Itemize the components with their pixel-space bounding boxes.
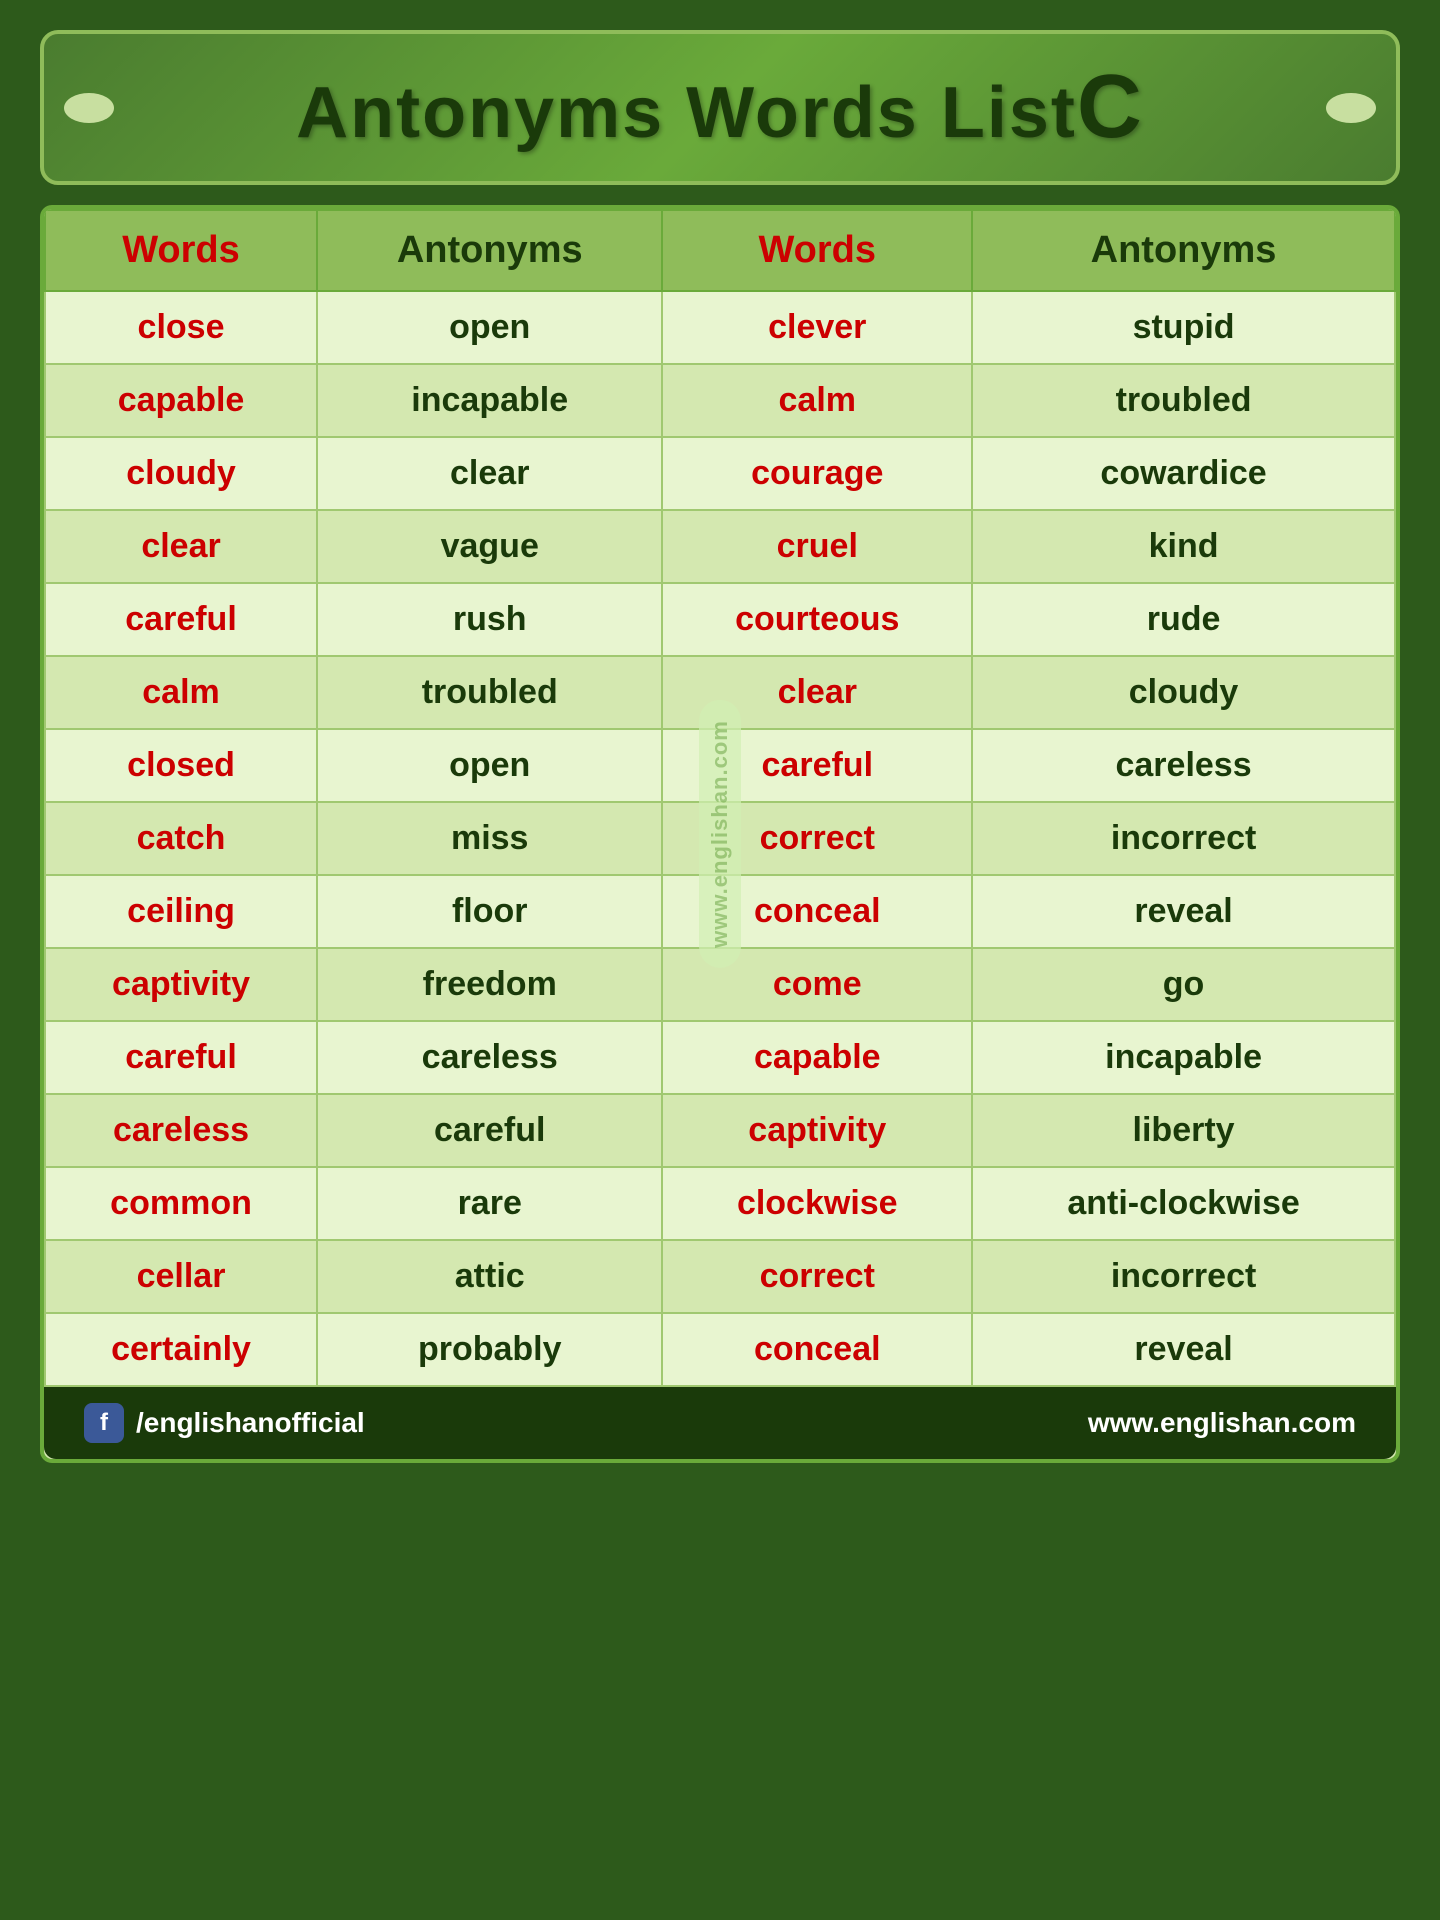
- word-cell: cellar: [45, 1240, 317, 1313]
- word-cell: captivity: [45, 948, 317, 1021]
- word-cell: careful: [45, 1021, 317, 1094]
- col-header-antonyms1: Antonyms: [317, 210, 662, 291]
- word-cell: clever: [662, 291, 972, 364]
- col-header-antonyms2: Antonyms: [972, 210, 1395, 291]
- word-cell: calm: [662, 364, 972, 437]
- word-cell: certainly: [45, 1313, 317, 1386]
- table-row: carefulcarelesscapableincapable: [45, 1021, 1395, 1094]
- word-cell: cloudy: [45, 437, 317, 510]
- antonym-cell: rude: [972, 583, 1395, 656]
- table-row: closeopencleverstupid: [45, 291, 1395, 364]
- word-cell: capable: [662, 1021, 972, 1094]
- antonym-cell: rare: [317, 1167, 662, 1240]
- antonym-cell: vague: [317, 510, 662, 583]
- antonym-cell: troubled: [317, 656, 662, 729]
- page-title: Antonyms Words ListC: [104, 56, 1336, 159]
- word-cell: cruel: [662, 510, 972, 583]
- antonym-cell: probably: [317, 1313, 662, 1386]
- word-cell: clockwise: [662, 1167, 972, 1240]
- antonym-cell: incorrect: [972, 802, 1395, 875]
- footer-social: f /englishanofficial: [84, 1403, 365, 1443]
- footer-website: www.englishan.com: [1088, 1407, 1356, 1439]
- antonym-cell: open: [317, 291, 662, 364]
- antonym-cell: reveal: [972, 875, 1395, 948]
- antonym-cell: stupid: [972, 291, 1395, 364]
- word-cell: clear: [662, 656, 972, 729]
- col-header-words2: Words: [662, 210, 972, 291]
- word-cell: ceiling: [45, 875, 317, 948]
- word-cell: careful: [662, 729, 972, 802]
- word-cell: calm: [45, 656, 317, 729]
- header: Antonyms Words ListC: [40, 30, 1400, 185]
- antonym-cell: reveal: [972, 1313, 1395, 1386]
- word-cell: careful: [45, 583, 317, 656]
- word-cell: captivity: [662, 1094, 972, 1167]
- table-row: commonrareclockwiseanti-clockwise: [45, 1167, 1395, 1240]
- table-row: captivityfreedomcomego: [45, 948, 1395, 1021]
- table-row: ceilingfloorconcealreveal: [45, 875, 1395, 948]
- word-cell: correct: [662, 802, 972, 875]
- antonym-cell: rush: [317, 583, 662, 656]
- word-cell: closed: [45, 729, 317, 802]
- antonym-cell: clear: [317, 437, 662, 510]
- antonym-cell: floor: [317, 875, 662, 948]
- antonym-cell: incapable: [317, 364, 662, 437]
- antonym-cell: incapable: [972, 1021, 1395, 1094]
- word-cell: careless: [45, 1094, 317, 1167]
- table-row: cloudyclearcouragecowardice: [45, 437, 1395, 510]
- footer: f /englishanofficial www.englishan.com: [44, 1387, 1396, 1459]
- word-cell: catch: [45, 802, 317, 875]
- antonym-cell: cowardice: [972, 437, 1395, 510]
- word-cell: come: [662, 948, 972, 1021]
- table-row: clearvaguecruelkind: [45, 510, 1395, 583]
- antonym-cell: kind: [972, 510, 1395, 583]
- social-handle: /englishanofficial: [136, 1407, 365, 1439]
- table-container: www.englishan.com Words Antonyms Words A…: [40, 205, 1400, 1463]
- antonym-cell: troubled: [972, 364, 1395, 437]
- table-header-row: Words Antonyms Words Antonyms: [45, 210, 1395, 291]
- table-row: capableincapablecalmtroubled: [45, 364, 1395, 437]
- antonym-cell: miss: [317, 802, 662, 875]
- facebook-icon: f: [84, 1403, 124, 1443]
- word-cell: conceal: [662, 875, 972, 948]
- antonym-cell: liberty: [972, 1094, 1395, 1167]
- antonym-cell: anti-clockwise: [972, 1167, 1395, 1240]
- word-cell: correct: [662, 1240, 972, 1313]
- antonym-cell: careless: [317, 1021, 662, 1094]
- antonym-cell: incorrect: [972, 1240, 1395, 1313]
- col-header-words1: Words: [45, 210, 317, 291]
- word-cell: courteous: [662, 583, 972, 656]
- table-row: carelesscarefulcaptivityliberty: [45, 1094, 1395, 1167]
- table-row: catchmisscorrectincorrect: [45, 802, 1395, 875]
- word-cell: capable: [45, 364, 317, 437]
- word-cell: courage: [662, 437, 972, 510]
- table-row: calmtroubledclearcloudy: [45, 656, 1395, 729]
- table-row: closedopencarefulcareless: [45, 729, 1395, 802]
- antonym-cell: careful: [317, 1094, 662, 1167]
- antonym-cell: go: [972, 948, 1395, 1021]
- antonym-cell: open: [317, 729, 662, 802]
- antonyms-table: Words Antonyms Words Antonyms closeopenc…: [44, 209, 1396, 1387]
- word-cell: clear: [45, 510, 317, 583]
- table-row: carefulrushcourteousrude: [45, 583, 1395, 656]
- word-cell: close: [45, 291, 317, 364]
- antonym-cell: cloudy: [972, 656, 1395, 729]
- antonym-cell: careless: [972, 729, 1395, 802]
- table-row: certainlyprobablyconcealreveal: [45, 1313, 1395, 1386]
- table-row: cellaratticcorrectincorrect: [45, 1240, 1395, 1313]
- word-cell: conceal: [662, 1313, 972, 1386]
- word-cell: common: [45, 1167, 317, 1240]
- antonym-cell: freedom: [317, 948, 662, 1021]
- antonym-cell: attic: [317, 1240, 662, 1313]
